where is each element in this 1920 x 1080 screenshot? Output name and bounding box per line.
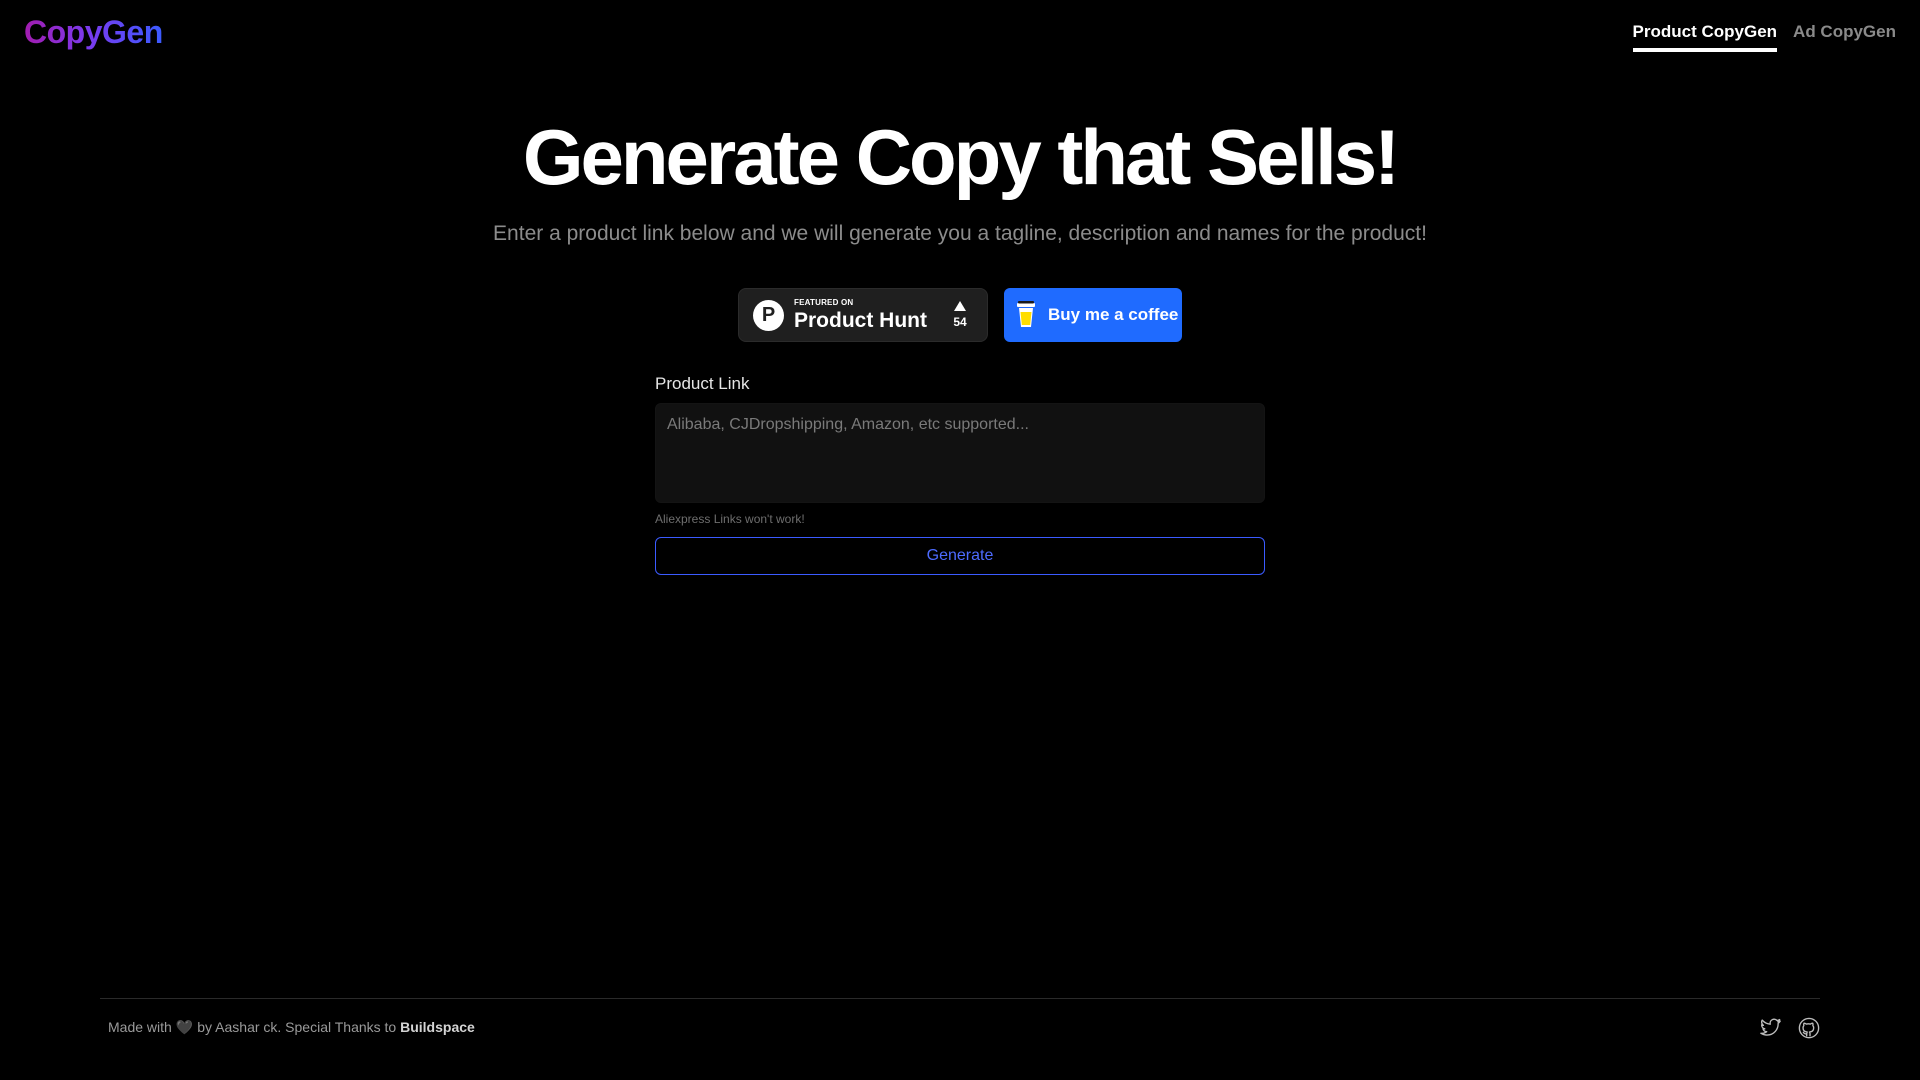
page-title: Generate Copy that Sells! [522, 113, 1400, 201]
page-subtitle: Enter a product link below and we will g… [493, 222, 1427, 245]
footer-divider [100, 998, 1820, 999]
tab-product-copygen[interactable]: Product CopyGen [1632, 22, 1778, 52]
product-link-input[interactable] [655, 403, 1265, 503]
product-link-label: Product Link [655, 374, 750, 393]
badge-row: P FEATURED ON Product Hunt 54 Buy me a c… [0, 288, 1920, 342]
social-links [1760, 1017, 1820, 1039]
logo[interactable]: CopyGen [24, 14, 163, 51]
upvote-arrow-icon [954, 301, 966, 311]
product-hunt-vote-count: 54 [953, 315, 967, 329]
footer-made-with: Made with [108, 1019, 172, 1035]
buy-me-a-coffee-label: Buy me a coffee [1048, 305, 1179, 324]
coffee-cup-icon [1017, 301, 1035, 327]
product-hunt-text: FEATURED ON Product Hunt [794, 298, 947, 332]
footer-credits: Made with 🖤 by Aashar ck. Special Thanks t… [108, 1019, 475, 1036]
twitter-icon[interactable] [1760, 1017, 1782, 1039]
buildspace-link[interactable]: Buildspace [400, 1019, 475, 1035]
top-nav: Product CopyGen Ad CopyGen [1632, 22, 1896, 52]
product-link-form: Product Link Aliexpress Links won't work… [655, 374, 1265, 575]
product-link-hint: Aliexpress Links won't work! [655, 512, 805, 526]
product-hunt-badge[interactable]: P FEATURED ON Product Hunt 54 [738, 288, 988, 342]
buy-me-a-coffee-button[interactable]: Buy me a coffee [1004, 288, 1182, 342]
generate-button[interactable]: Generate [655, 537, 1265, 575]
page: CopyGen Product CopyGen Ad CopyGen Gener… [0, 0, 1920, 1080]
tab-ad-copygen[interactable]: Ad CopyGen [1793, 22, 1896, 52]
product-hunt-name: Product Hunt [794, 309, 927, 332]
product-hunt-icon: P [753, 299, 784, 331]
heart-icon: 🖤 [175, 1019, 194, 1035]
product-hunt-votes: 54 [947, 301, 973, 329]
product-hunt-featured-label: FEATURED ON [794, 298, 854, 307]
footer-author: by Aashar ck. Special Thanks to [197, 1019, 397, 1035]
github-icon[interactable] [1798, 1017, 1820, 1039]
